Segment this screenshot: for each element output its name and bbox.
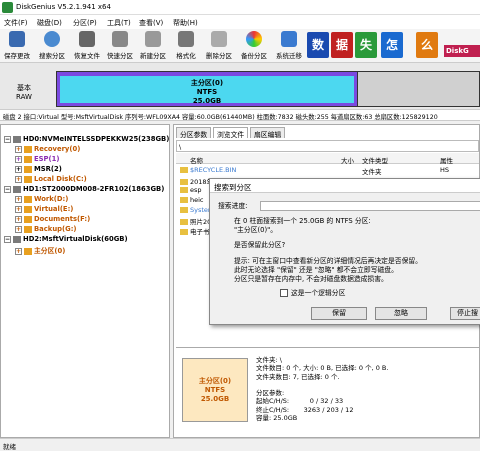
unallocated-block[interactable] [358, 71, 480, 107]
disk-map: 基本 RAW 主分区(0) NTFS 25.0GB [0, 63, 480, 109]
new-partition-icon [145, 31, 161, 47]
tab-partition-params[interactable]: 分区参数 [176, 127, 212, 139]
save-button[interactable]: 保存更改 [1, 31, 33, 61]
tree-part-msr[interactable]: + MSR(2) [15, 165, 62, 173]
menu-disk[interactable]: 磁盘(D) [37, 18, 62, 28]
folder-icon [180, 219, 188, 225]
tree-disk-hd1[interactable]: − HD1:ST2000DM008-2FR102(1863GB) [4, 185, 164, 193]
recover-files-button[interactable]: 恢复文件 [71, 31, 103, 61]
disk-info-line: 磁盘 2 接口:Virtual 型号:MsftVirtualDisk 序列号:W… [0, 109, 480, 121]
partition-name: 主分区(0) [190, 79, 224, 87]
search-progress-bar [260, 201, 480, 211]
menu-tools[interactable]: 工具(T) [107, 18, 131, 28]
dialog-line2: "主分区(0)"。 [234, 226, 278, 234]
tree-part-recovery[interactable]: + Recovery(0) [15, 145, 80, 153]
dialog-hint2: 此时无论选择 "保留" 还是 "忽略" 都不会立即写磁盘。 [234, 266, 398, 274]
quick-partition-button[interactable]: 快速分区 [104, 31, 136, 61]
progress-label: 搜索进度: [218, 202, 248, 210]
folder-icon [180, 179, 188, 185]
checkbox-box[interactable] [280, 289, 288, 297]
disk-tree-panel: − HD0:NVMeINTELSSDPEKKW25(238GB) + Recover… [0, 124, 170, 438]
tree-part-g[interactable]: + Backup(G:) [15, 225, 77, 233]
search-partition-button[interactable]: 搜索分区 [36, 31, 68, 61]
app-icon [2, 2, 13, 13]
folder-icon [180, 167, 188, 173]
file-row[interactable]: 电子书 [180, 226, 210, 236]
save-icon [9, 31, 25, 47]
delete-icon [211, 31, 227, 47]
tree-part-esp[interactable]: + ESP(1) [15, 155, 59, 163]
file-row[interactable]: esp [180, 186, 202, 194]
ad-char-5[interactable]: 么 [416, 32, 438, 58]
delete-partition-button[interactable]: 删除分区 [203, 31, 235, 61]
partition-block[interactable]: 主分区(0) NTFS 25.0GB [56, 71, 358, 107]
file-type: 文件夹 [362, 168, 382, 176]
col-name[interactable]: 名称 [190, 155, 203, 165]
tree-disk-hd2[interactable]: − HD2:MsftVirtualDisk(60GB) [4, 235, 128, 243]
ad-brand[interactable]: DiskG [444, 45, 480, 57]
tree-disk-hd0[interactable]: − HD0:NVMeINTELSSDPEKKW25(238GB) [4, 135, 169, 143]
folder-icon [180, 197, 188, 203]
dialog-line1: 在 0 柱面搜索到一个 25.0GB 的 NTFS 分区: [234, 217, 371, 225]
new-partition-button[interactable]: 新建分区 [137, 31, 169, 61]
window-title: DiskGenius V5.2.1.941 x64 [16, 3, 111, 11]
menu-file[interactable]: 文件(F) [4, 18, 28, 28]
disk-type-label: 基本 RAW [16, 84, 32, 101]
status-bar: 就绪 [0, 438, 480, 451]
path-bar[interactable]: \ [176, 140, 479, 152]
backup-partition-button[interactable]: 备份分区 [238, 31, 270, 61]
format-button[interactable]: 格式化 [170, 31, 202, 61]
partition-size: 25.0GB [192, 97, 222, 105]
tree-part-f[interactable]: + Documents(F:) [15, 215, 90, 223]
ignore-button[interactable]: 忽略 [375, 307, 427, 320]
file-row[interactable]: $RECYCLE.BIN [180, 166, 236, 174]
menu-help[interactable]: 帮助(H) [173, 18, 198, 28]
tree-part-e[interactable]: + Virtual(E:) [15, 205, 73, 213]
keep-button[interactable]: 保留 [311, 307, 367, 320]
stop-search-button[interactable]: 停止搜 [450, 307, 480, 320]
col-attr[interactable]: 属性 [440, 155, 453, 165]
format-icon [178, 31, 194, 47]
tab-sector-edit[interactable]: 扇区编辑 [250, 127, 286, 139]
tree-part-d[interactable]: + Work(D:) [15, 195, 68, 203]
tree-part-main[interactable]: + 主分区(0) [15, 245, 65, 255]
col-size[interactable]: 大小 [341, 155, 354, 165]
search-icon [44, 31, 60, 47]
folder-icon [180, 207, 188, 213]
tab-browse-files[interactable]: 浏览文件 [213, 127, 249, 139]
partition-fs: NTFS [196, 88, 218, 96]
dialog-title: 搜索到分区 [210, 179, 480, 193]
found-partition-dialog: 搜索到分区 搜索进度: 在 0 柱面搜索到一个 25.0GB 的 NTFS 分区… [209, 178, 480, 325]
migration-icon [281, 31, 297, 47]
dialog-hint1: 提示: 可在主窗口中查看新分区的详细情况后再决定是否保留。 [234, 257, 422, 265]
file-list-header: 名称 大小 文件类型 属性 [176, 153, 479, 165]
partition-summary-text: 文件夹: \ 文件数目: 0 个, 大小: 0 B, 已选择: 0 个, 0 B… [256, 356, 389, 423]
backup-icon [246, 31, 262, 47]
recover-icon [79, 31, 95, 47]
menu-view[interactable]: 查看(V) [139, 18, 163, 28]
partition-thumbnail: 主分区(0) NTFS 25.0GB [182, 358, 248, 422]
folder-icon [180, 229, 188, 235]
quick-partition-icon [112, 31, 128, 47]
menu-partition[interactable]: 分区(P) [73, 18, 97, 28]
folder-icon [180, 187, 188, 193]
file-row[interactable]: heic [180, 196, 204, 204]
system-migration-button[interactable]: 系统迁移 [273, 31, 305, 61]
dialog-hint3: 分区只是暂存在内存中, 不会对磁盘数据造成损害。 [234, 275, 388, 283]
ad-char-3[interactable]: 失 [355, 32, 377, 58]
file-attr: HS [440, 166, 450, 174]
ad-char-1[interactable]: 数 [307, 32, 329, 58]
toolbar: 保存更改 搜索分区 恢复文件 快速分区 新建分区 格式化 删除分区 备份分区 系… [0, 29, 480, 63]
logical-partition-checkbox[interactable]: 这是一个逻辑分区 [280, 289, 345, 298]
menu-bar: 文件(F) 磁盘(D) 分区(P) 工具(T) 查看(V) 帮助(H) [0, 15, 480, 29]
dialog-question: 是否保留此分区? [234, 241, 286, 249]
col-type[interactable]: 文件类型 [362, 155, 388, 165]
ad-char-2[interactable]: 据 [331, 32, 353, 58]
partition-summary: 主分区(0) NTFS 25.0GB 文件夹: \ 文件数目: 0 个, 大小: 0… [176, 347, 479, 437]
title-bar: DiskGenius V5.2.1.941 x64 [0, 0, 480, 15]
tree-part-c[interactable]: + Local Disk(C:) [15, 175, 87, 183]
ad-char-4[interactable]: 怎 [381, 32, 403, 58]
